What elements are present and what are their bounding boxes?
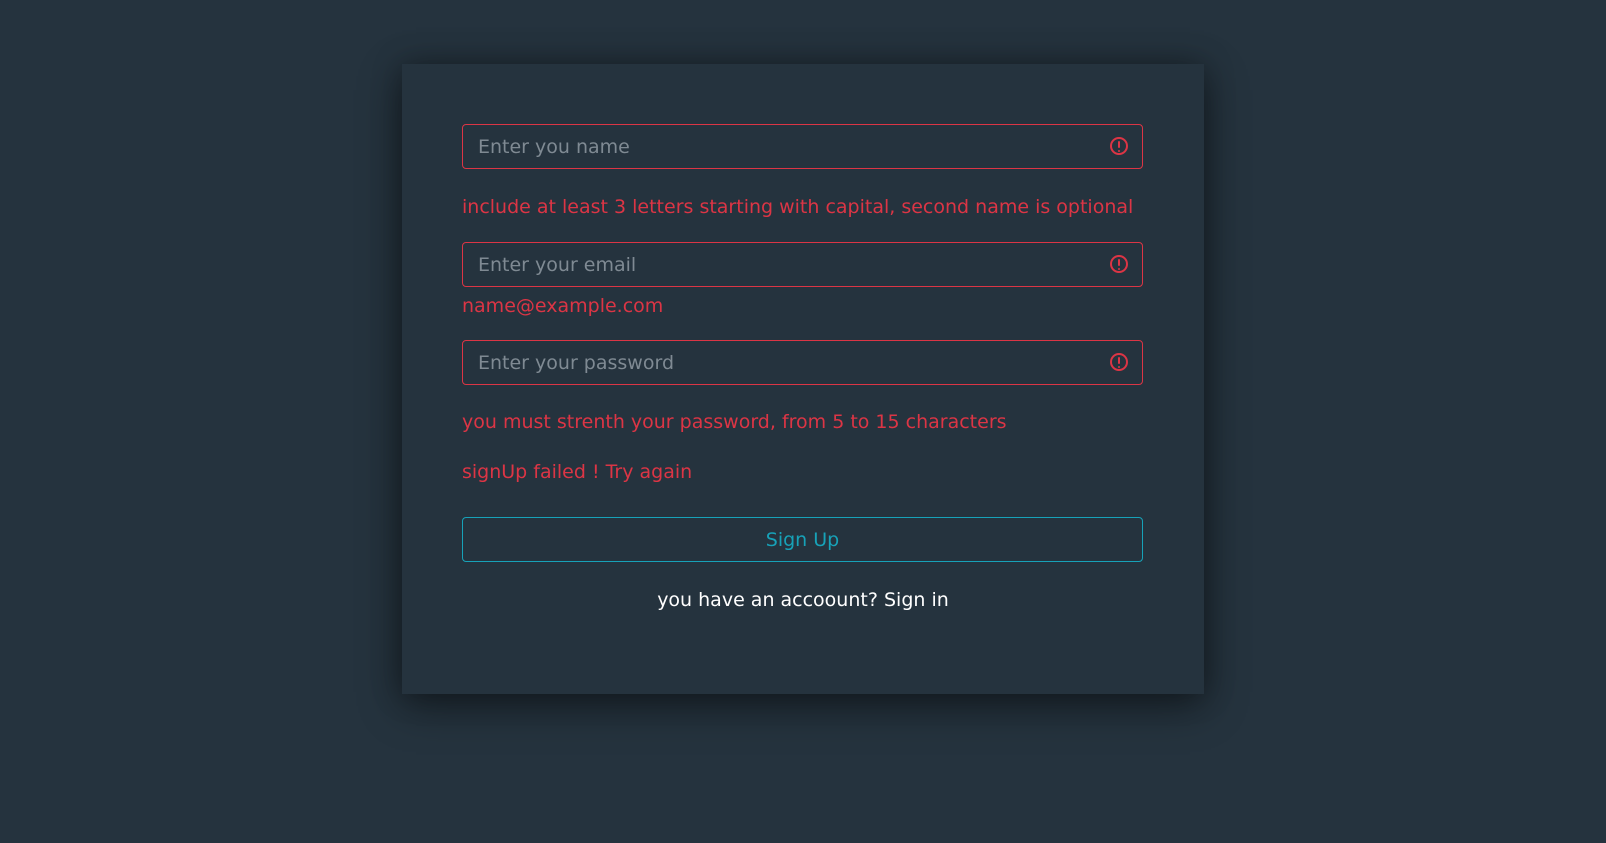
sign-up-button[interactable]: Sign Up [462, 517, 1143, 562]
signin-prompt-text: you have an accoount? [657, 589, 878, 611]
sign-in-link[interactable]: Sign in [884, 589, 949, 611]
email-error-message: name@example.com [462, 295, 664, 317]
error-icon [1110, 353, 1128, 371]
name-field-wrapper [462, 124, 1143, 169]
name-input[interactable] [463, 125, 1142, 168]
signup-failed-message: signUp failed ! Try again [462, 461, 693, 483]
password-input[interactable] [463, 341, 1142, 384]
signin-prompt: you have an accoount? Sign in [402, 588, 1204, 612]
password-error-message: you must strenth your password, from 5 t… [462, 411, 1007, 433]
signup-card: include at least 3 letters starting with… [402, 64, 1204, 694]
error-icon [1110, 255, 1128, 273]
email-input[interactable] [463, 243, 1142, 286]
email-field-wrapper [462, 242, 1143, 287]
password-field-wrapper [462, 340, 1143, 385]
name-error-message: include at least 3 letters starting with… [462, 196, 1134, 218]
error-icon [1110, 137, 1128, 155]
